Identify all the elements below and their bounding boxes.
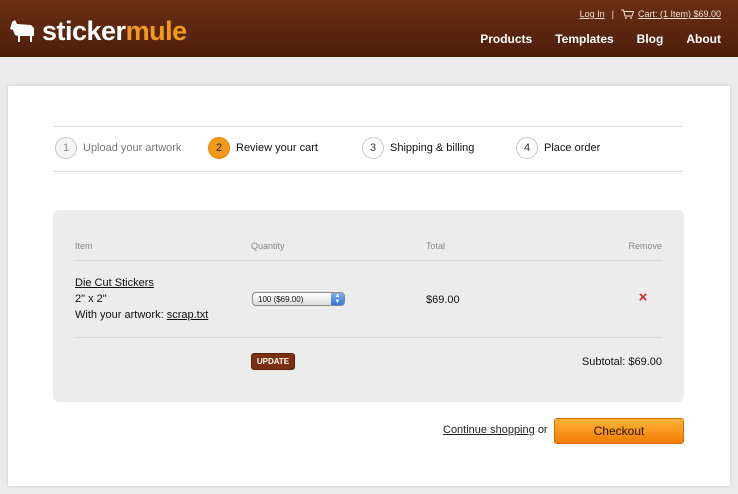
update-button[interactable]: UPDATE [251, 353, 295, 370]
cart-item-artwork: With your artwork: scrap.txt [75, 309, 208, 321]
main-nav: Products Templates Blog About [480, 32, 721, 46]
quantity-select[interactable]: 100 ($69.00) ▲ ▼ [252, 292, 345, 306]
site-header: stickermule Log In | Cart: (1 Item) $69.… [0, 0, 738, 57]
step-number: 3 [362, 137, 384, 159]
column-header-item: Item [75, 241, 93, 251]
row-divider [75, 337, 662, 338]
checkout-card: 1 Upload your artwork 2 Review your cart… [8, 86, 730, 486]
step-number: 1 [55, 137, 77, 159]
column-header-quantity: Quantity [251, 241, 285, 251]
util-separator: | [611, 9, 614, 19]
continue-shopping-link[interactable]: Continue shopping [443, 424, 535, 436]
step-label: Upload your artwork [83, 142, 182, 154]
continue-shopping-row: Continue shopping or [443, 424, 548, 436]
step-review-cart: 2 Review your cart [208, 137, 318, 159]
cart-panel: Item Quantity Total Remove Die Cut Stick… [53, 210, 684, 402]
mule-icon [10, 20, 34, 42]
cart-item-name-link[interactable]: Die Cut Stickers [75, 277, 154, 289]
cart-subtotal: Subtotal: $69.00 [581, 356, 662, 368]
step-place-order: 4 Place order [516, 137, 600, 159]
cart-link[interactable]: Cart: (1 Item) $69.00 [638, 9, 721, 19]
step-number: 4 [516, 137, 538, 159]
step-label: Shipping & billing [390, 142, 475, 154]
nav-products[interactable]: Products [480, 32, 532, 46]
artwork-prefix: With your artwork: [75, 309, 164, 321]
step-upload-artwork: 1 Upload your artwork [55, 137, 181, 159]
cart-item-size: 2" x 2" [75, 293, 107, 305]
logo-text-mule: mule [125, 15, 188, 46]
step-shipping-billing: 3 Shipping & billing [362, 137, 474, 159]
cart-icon[interactable] [620, 9, 634, 19]
column-header-remove: Remove [628, 241, 662, 251]
utility-links: Log In | Cart: (1 Item) $69.00 [580, 9, 721, 19]
login-link[interactable]: Log In [580, 9, 605, 19]
nav-about[interactable]: About [686, 32, 721, 46]
select-arrows-icon: ▲ ▼ [331, 293, 344, 305]
quantity-value: 100 ($69.00) [258, 294, 304, 304]
checkout-button[interactable]: Checkout [554, 418, 684, 444]
column-header-total: Total [426, 241, 446, 251]
cart-item-total: $69.00 [426, 294, 460, 306]
checkout-steps: 1 Upload your artwork 2 Review your cart… [53, 126, 683, 172]
sticker-mule-logo[interactable]: stickermule [9, 15, 187, 47]
step-label: Review your cart [236, 142, 318, 154]
step-label: Place order [544, 142, 601, 154]
remove-item-icon[interactable]: × [636, 290, 650, 306]
artwork-file-link[interactable]: scrap.txt [167, 309, 209, 321]
nav-templates[interactable]: Templates [555, 32, 613, 46]
nav-blog[interactable]: Blog [637, 32, 664, 46]
or-text: or [537, 424, 548, 436]
row-divider [75, 260, 662, 261]
step-number: 2 [208, 137, 230, 159]
logo-text-sticker: sticker [42, 15, 126, 46]
